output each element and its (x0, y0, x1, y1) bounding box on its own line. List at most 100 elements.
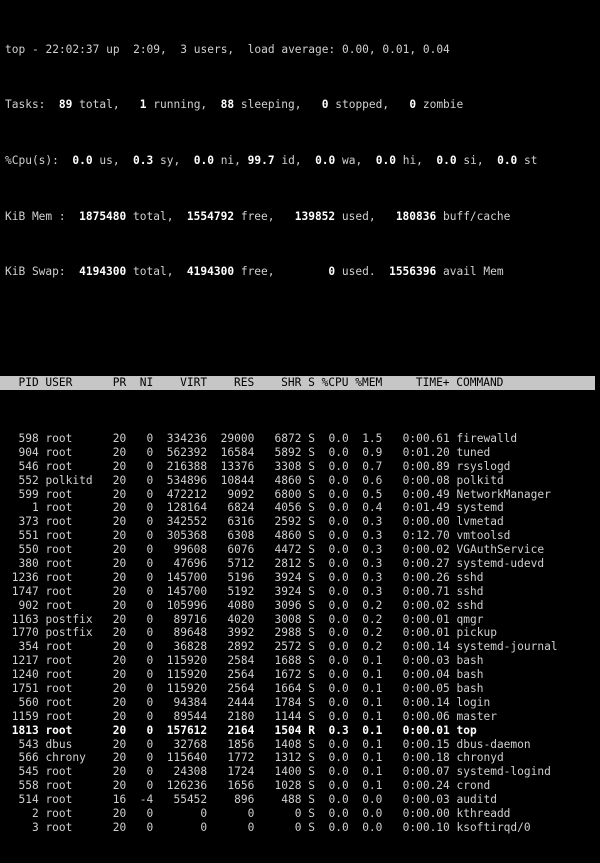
cell-gap (207, 779, 214, 792)
process-table-header[interactable]: PID USER PR NI VIRT RES SHR S %CPU %MEM … (0, 376, 595, 391)
cell-ni: 0 (133, 626, 154, 640)
cell-gap (207, 793, 214, 806)
cell-s: S (308, 793, 315, 807)
table-row[interactable]: 551 root 20 0 305368 6308 4860 S 0.0 0.3… (5, 529, 600, 543)
cell-gap (349, 821, 356, 834)
cell-gap (126, 626, 133, 639)
cell-ni: 0 (133, 445, 154, 459)
cell-s: S (308, 695, 315, 709)
swap-label: KiB Swap: (5, 265, 66, 279)
swap-total-label: total, (133, 265, 174, 279)
cell-gap (153, 682, 160, 695)
table-row[interactable]: 373 root 20 0 342552 6316 2592 S 0.0 0.3… (5, 515, 600, 529)
cell-res: 4020 (213, 612, 255, 626)
cell-gap (126, 807, 133, 820)
cell-virt: 562392 (160, 445, 208, 459)
cell-gap (207, 432, 214, 445)
cell-gap (126, 571, 133, 584)
table-row[interactable]: 904 root 20 0 562392 16584 5892 S 0.0 0.… (5, 446, 600, 460)
cell-cpu: 0.0 (321, 473, 349, 487)
cell-gap (207, 529, 214, 542)
cell-cpu: 0.0 (321, 765, 349, 779)
cell-cpu: 0.0 (321, 682, 349, 696)
table-row[interactable]: 566 chrony 20 0 115640 1772 1312 S 0.0 0… (5, 751, 600, 765)
cell-pr: 20 (106, 640, 127, 654)
sp-c11 (362, 154, 375, 167)
cell-virt: 115920 (160, 654, 208, 668)
table-row[interactable]: 514 root 16 -4 55452 896 488 S 0.0 0.0 0… (5, 793, 600, 807)
table-row[interactable]: 550 root 20 0 99608 6076 4472 S 0.0 0.3 … (5, 543, 600, 557)
table-row[interactable]: 1217 root 20 0 115920 2584 1688 S 0.0 0.… (5, 654, 600, 668)
cell-shr: 2812 (261, 557, 302, 570)
table-row[interactable]: 598 root 20 0 334236 29000 6872 S 0.0 1.… (5, 432, 600, 446)
table-row[interactable]: 543 dbus 20 0 32768 1856 1408 S 0.0 0.1 … (5, 738, 600, 752)
cell-gap (315, 640, 322, 653)
sp-t6 (234, 98, 241, 111)
table-row[interactable]: 1236 root 20 0 145700 5196 3924 S 0.0 0.… (5, 571, 600, 585)
table-row[interactable]: 1813 root 20 0 157612 2164 1504 R 0.3 0.… (5, 724, 600, 738)
sp-m4 (234, 210, 241, 223)
cell-virt: 115920 (160, 682, 208, 696)
uptime-separator: - (31, 42, 39, 56)
cell-gap (126, 738, 133, 751)
table-row[interactable]: 1159 root 20 0 89544 2180 1144 S 0.0 0.1… (5, 710, 600, 724)
cell-cpu: 0.0 (321, 487, 349, 501)
cell-ni: 0 (133, 723, 154, 737)
mem-label: KiB Mem : (5, 209, 66, 223)
cell-shr: 1400 (261, 765, 302, 779)
table-row[interactable]: 1751 root 20 0 115920 2564 1664 S 0.0 0.… (5, 682, 600, 696)
cell-mem: 0.1 (355, 765, 383, 779)
cell-pr: 20 (106, 501, 127, 515)
cell-gap (126, 765, 133, 778)
table-row[interactable]: 1747 root 20 0 145700 5192 3924 S 0.0 0.… (5, 585, 600, 599)
cell-res: 3992 (213, 626, 255, 640)
cell-pid: 550 (5, 543, 39, 557)
cell-pr: 20 (106, 612, 127, 626)
table-row[interactable]: 3 root 20 0 0 0 0 S 0.0 0.0 0:00.10 ksof… (5, 821, 600, 835)
table-row[interactable]: 560 root 20 0 94384 2444 1784 S 0.0 0.1 … (5, 696, 600, 710)
cpu-wa-value: 0.0 (315, 153, 336, 167)
cell-res: 29000 (213, 431, 255, 445)
cell-pid: 1 (5, 501, 39, 515)
table-row[interactable]: 380 root 20 0 47696 5712 2812 S 0.0 0.3 … (5, 557, 600, 571)
table-row[interactable]: 546 root 20 0 216388 13376 3308 S 0.0 0.… (5, 460, 600, 474)
cell-res: 5712 (213, 557, 255, 570)
cell-ni: 0 (133, 612, 154, 626)
cell-pid: 373 (5, 515, 39, 529)
cell-gap (39, 751, 46, 764)
cell-pr: 20 (106, 682, 127, 696)
cell-virt: 32768 (160, 737, 208, 751)
sp-m6 (335, 210, 342, 223)
table-row[interactable]: 354 root 20 0 36828 2892 2572 S 0.0 0.2 … (5, 640, 600, 654)
table-row[interactable]: 1770 postfix 20 0 89648 3992 2988 S 0.0 … (5, 626, 600, 640)
table-row[interactable]: 1 root 20 0 128164 6824 4056 S 0.0 0.4 0… (5, 501, 600, 515)
table-row[interactable]: 552 polkitd 20 0 534896 10844 4860 S 0.0… (5, 474, 600, 488)
cell-shr: 6872 (261, 431, 302, 445)
table-row[interactable]: 599 root 20 0 472212 9092 6800 S 0.0 0.5… (5, 488, 600, 502)
cell-gap (450, 654, 457, 667)
sp-m3 (173, 210, 186, 223)
table-row[interactable]: 545 root 20 0 24308 1724 1400 S 0.0 0.1 … (5, 765, 600, 779)
table-row[interactable]: 1163 postfix 20 0 89716 4020 3008 S 0.0 … (5, 613, 600, 627)
table-row[interactable]: 902 root 20 0 105996 4080 3096 S 0.0 0.2… (5, 599, 600, 613)
sp-c6 (214, 154, 221, 167)
terminal-window[interactable]: top - 22:02:37 up 2:09, 3 users, load av… (0, 0, 600, 834)
cell-gap (349, 710, 356, 723)
cell-cpu: 0.0 (321, 501, 349, 515)
table-row[interactable]: 558 root 20 0 126236 1656 1028 S 0.0 0.1… (5, 779, 600, 793)
cell-s: S (308, 570, 315, 584)
cell-gap (39, 515, 46, 528)
cell-gap (254, 543, 261, 556)
cell-gap (302, 557, 309, 570)
table-row[interactable]: 1240 root 20 0 115920 2564 1672 S 0.0 0.… (5, 668, 600, 682)
cell-time: 0:00.01 (389, 626, 450, 640)
cell-cpu: 0.0 (321, 459, 349, 473)
cell-gap (450, 793, 457, 806)
mem-used-value: 139852 (294, 209, 336, 223)
cell-pr: 20 (106, 695, 127, 709)
cell-cpu: 0.0 (321, 529, 349, 543)
cell-command: bash (456, 682, 484, 696)
table-row[interactable]: 2 root 20 0 0 0 0 S 0.0 0.0 0:00.00 kthr… (5, 807, 600, 821)
cell-virt: 36828 (160, 640, 208, 654)
cell-command: sshd (456, 584, 484, 598)
